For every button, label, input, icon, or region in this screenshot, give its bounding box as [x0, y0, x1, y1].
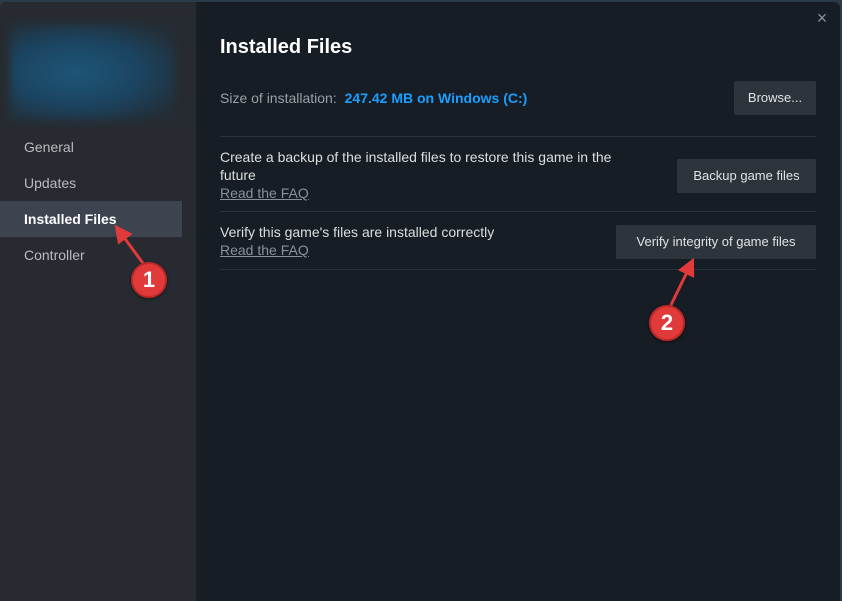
close-icon[interactable]: ×: [812, 8, 832, 28]
sidebar-item-updates[interactable]: Updates: [0, 165, 182, 201]
divider: [220, 269, 816, 270]
divider: [220, 136, 816, 137]
verify-faq-link[interactable]: Read the FAQ: [220, 241, 600, 259]
sidebar-item-general[interactable]: General: [0, 129, 182, 165]
verify-integrity-button[interactable]: Verify integrity of game files: [616, 225, 816, 259]
game-properties-window: General Updates Installed Files Controll…: [0, 2, 840, 601]
main-panel: × Installed Files Size of installation: …: [196, 2, 840, 601]
backup-faq-link[interactable]: Read the FAQ: [220, 184, 650, 202]
size-label: Size of installation:: [220, 90, 337, 106]
annotation-badge-2: 2: [649, 305, 685, 341]
sidebar: General Updates Installed Files Controll…: [0, 2, 196, 601]
page-title: Installed Files: [220, 36, 353, 58]
backup-game-files-button[interactable]: Backup game files: [677, 159, 816, 193]
browse-button[interactable]: Browse...: [734, 81, 816, 115]
verify-description: Verify this game's files are installed c…: [220, 224, 495, 240]
annotation-badge-1: 1: [131, 262, 167, 298]
game-banner-image: [10, 24, 175, 121]
divider: [220, 211, 816, 212]
backup-section: Create a backup of the installed files t…: [220, 148, 650, 202]
sidebar-item-installed-files[interactable]: Installed Files: [0, 201, 182, 237]
size-value: 247.42 MB on Windows (C:): [344, 90, 528, 106]
sidebar-nav: General Updates Installed Files Controll…: [0, 129, 182, 273]
backup-description: Create a backup of the installed files t…: [220, 149, 612, 183]
installation-size: Size of installation: 247.42 MB on Windo…: [220, 90, 527, 106]
verify-section: Verify this game's files are installed c…: [220, 223, 600, 259]
